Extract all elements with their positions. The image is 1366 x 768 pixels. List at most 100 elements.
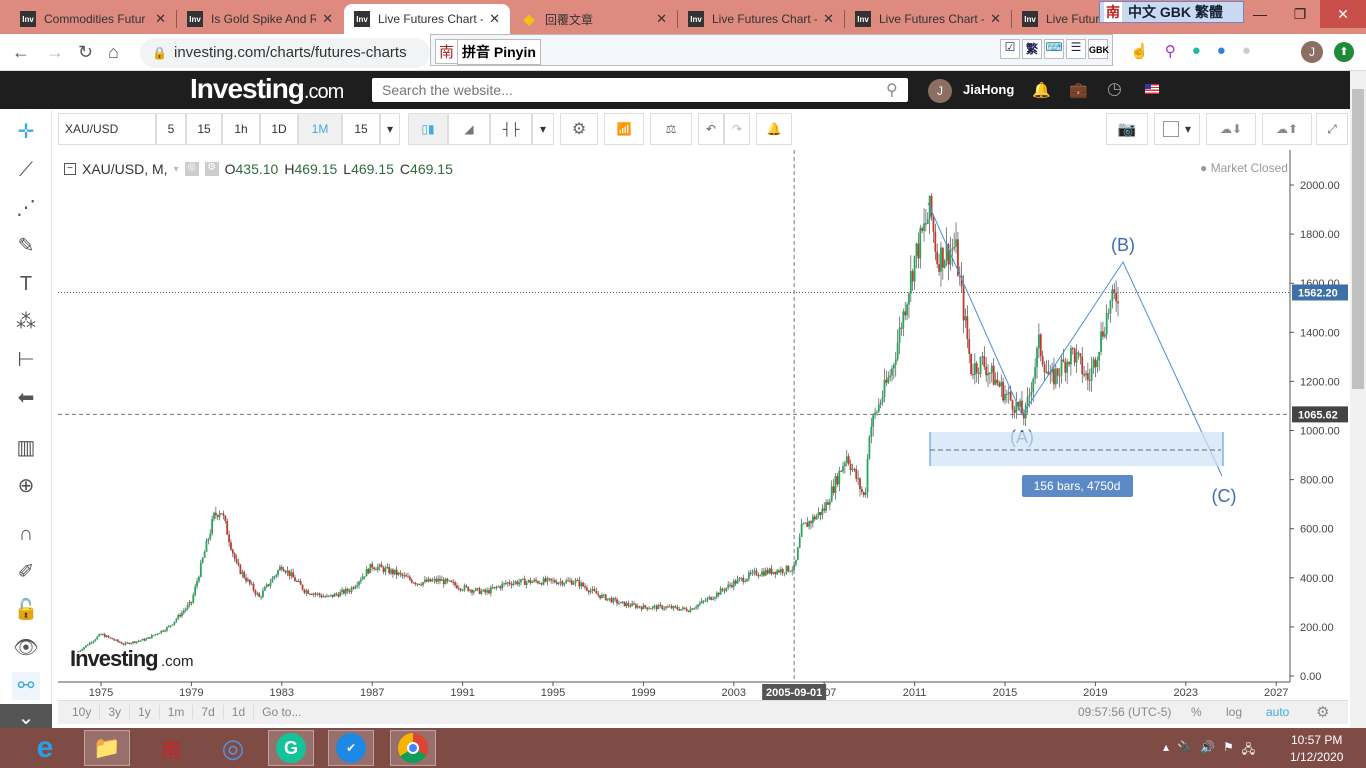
bars-icon[interactable]: ┤├ bbox=[490, 113, 532, 145]
ime-mode[interactable]: 拼音 Pinyin bbox=[457, 39, 541, 65]
browser-tab[interactable]: Inv Live Futures Chart - ✕ bbox=[344, 4, 510, 34]
brush-icon[interactable]: ✎ bbox=[12, 232, 40, 260]
series-settings-icon[interactable]: ⚙ bbox=[204, 162, 219, 176]
indicators-button-icon[interactable]: 📶 bbox=[604, 113, 644, 145]
browser-tab[interactable]: Inv Commodities Futur ✕ bbox=[10, 4, 176, 34]
bell-icon[interactable]: 🔔 bbox=[1032, 81, 1051, 99]
eye-icon[interactable]: 👁 bbox=[12, 634, 40, 662]
range-goto[interactable]: Go to... bbox=[254, 705, 309, 719]
magnet-icon[interactable]: ∩ bbox=[12, 520, 40, 548]
traditional-button[interactable]: 繁 bbox=[1022, 39, 1042, 59]
close-tab-icon[interactable]: ✕ bbox=[823, 11, 834, 27]
close-window-button[interactable]: ✕ bbox=[1320, 0, 1366, 28]
browser-tab[interactable]: Inv Live Futures Chart - ✕ bbox=[678, 4, 844, 34]
chart-type-dropdown-icon[interactable]: ▾ bbox=[532, 113, 554, 145]
collapse-legend-icon[interactable]: − bbox=[64, 163, 76, 175]
extension-touch-icon[interactable]: ☝ bbox=[1130, 42, 1149, 60]
load-cloud-icon[interactable]: ☁⬇ bbox=[1206, 113, 1256, 145]
menu-icon[interactable]: ☰ bbox=[1066, 39, 1086, 59]
range-1y[interactable]: 1y bbox=[130, 705, 160, 719]
update-icon[interactable]: ⬆ bbox=[1334, 42, 1354, 62]
visibility-icon[interactable]: ◎ bbox=[184, 162, 199, 176]
close-tab-icon[interactable]: ✕ bbox=[656, 11, 667, 27]
zoom-icon[interactable]: ⊕ bbox=[12, 472, 40, 500]
pattern-icon[interactable]: ⁂ bbox=[12, 308, 40, 336]
search-icon[interactable]: ⚲ bbox=[886, 80, 898, 100]
text-tool-icon[interactable]: T bbox=[12, 270, 40, 298]
user-avatar[interactable]: J bbox=[928, 79, 952, 103]
file-explorer-icon[interactable]: 📁 bbox=[84, 730, 130, 766]
extension-search-icon[interactable]: ⚲ bbox=[1165, 42, 1176, 60]
unlock-icon[interactable]: 🔓 bbox=[12, 596, 40, 624]
interval-15[interactable]: 15 bbox=[186, 113, 222, 145]
portfolio-icon[interactable]: 💼 bbox=[1069, 81, 1088, 99]
clock[interactable]: 10:57 PM 1/12/2020 bbox=[1290, 733, 1343, 764]
forward-icon[interactable]: → bbox=[46, 42, 64, 63]
restore-button[interactable]: ❐ bbox=[1280, 0, 1320, 28]
chrome-icon[interactable] bbox=[390, 730, 436, 766]
browser-tab[interactable]: Inv Live Futures Chart - ✕ bbox=[845, 4, 1011, 34]
interval-dropdown-icon[interactable]: ▾ bbox=[380, 113, 400, 145]
range-1d[interactable]: 1d bbox=[224, 705, 255, 719]
auto-toggle[interactable]: auto bbox=[1266, 705, 1289, 719]
ime-app-icon[interactable]: 南 bbox=[148, 730, 194, 766]
page-scrollbar[interactable] bbox=[1350, 71, 1366, 728]
url-field[interactable]: 🔒 investing.com/charts/futures-charts bbox=[140, 38, 430, 68]
undo-icon[interactable]: ↶ bbox=[698, 113, 724, 145]
interval-1d[interactable]: 1D bbox=[260, 113, 298, 145]
ie-icon[interactable]: e bbox=[22, 730, 68, 766]
compare-icon[interactable]: ⚖ bbox=[650, 113, 692, 145]
close-tab-icon[interactable]: ✕ bbox=[489, 11, 500, 27]
fullscreen-icon[interactable]: ⤢ bbox=[1316, 113, 1348, 145]
home-icon[interactable]: ⌂ bbox=[108, 42, 119, 63]
measure-icon[interactable]: ⊢ bbox=[12, 346, 40, 374]
add-alert-icon[interactable]: 🔔 bbox=[756, 113, 792, 145]
candles-icon[interactable]: ▯▮ bbox=[408, 113, 448, 145]
theme-select[interactable]: ▾ bbox=[1154, 113, 1200, 145]
site-search-input[interactable] bbox=[372, 78, 908, 102]
settings-icon[interactable]: ⚙ bbox=[560, 113, 598, 145]
range-1m[interactable]: 1m bbox=[160, 705, 194, 719]
percent-toggle[interactable]: % bbox=[1191, 705, 1202, 719]
price-chart[interactable]: 0.00 200.00 400.00 600.00 800.00 1000.00 1200.… bbox=[58, 150, 1348, 700]
redo-icon[interactable]: ↷ bbox=[724, 113, 750, 145]
investing-logo[interactable]: Investing.com bbox=[190, 73, 344, 105]
chromium-icon[interactable]: ◎ bbox=[210, 730, 256, 766]
gbk-button[interactable]: GBK bbox=[1088, 39, 1109, 59]
interval-5[interactable]: 5 bbox=[156, 113, 186, 145]
checkbox-icon[interactable]: ☑ bbox=[1000, 39, 1020, 59]
fib-tool-icon[interactable]: ⋰ bbox=[12, 194, 40, 222]
system-tray[interactable]: ▴ 🔌 🔊 ⚑ 🖧 bbox=[1163, 740, 1255, 761]
symbol-field[interactable]: XAU/USD bbox=[58, 113, 156, 145]
extension-q-icon[interactable]: ● bbox=[1217, 42, 1226, 60]
minimize-button[interactable]: — bbox=[1240, 0, 1280, 28]
close-tab-icon[interactable]: ✕ bbox=[155, 11, 166, 27]
username[interactable]: JiaHong bbox=[963, 82, 1014, 97]
browser-tab[interactable]: Inv Is Gold Spike And R ✕ bbox=[177, 4, 343, 34]
log-toggle[interactable]: log bbox=[1226, 705, 1242, 719]
link-icon[interactable]: ⚯ bbox=[12, 672, 40, 700]
app-bird-icon[interactable]: ✔ bbox=[328, 730, 374, 766]
indicators-icon[interactable]: ▥ bbox=[12, 434, 40, 462]
scale-settings-icon[interactable]: ⚙ bbox=[1316, 703, 1329, 721]
extension-grey-icon[interactable]: ● bbox=[1242, 42, 1251, 60]
arrow-left-icon[interactable]: ⬅ bbox=[12, 384, 40, 412]
interval-1m[interactable]: 1M bbox=[298, 113, 342, 145]
grammarly-icon[interactable]: ● bbox=[1192, 42, 1201, 60]
range-3y[interactable]: 3y bbox=[100, 705, 131, 719]
us-flag-icon[interactable] bbox=[1145, 84, 1159, 94]
profile-avatar[interactable]: J bbox=[1301, 41, 1323, 63]
close-tab-icon[interactable]: ✕ bbox=[322, 11, 333, 27]
clock-icon[interactable]: ◷ bbox=[1107, 79, 1122, 99]
trend-line-icon[interactable]: ⟋ bbox=[12, 156, 40, 184]
close-tab-icon[interactable]: ✕ bbox=[990, 11, 1001, 27]
range-7d[interactable]: 7d bbox=[193, 705, 224, 719]
camera-icon[interactable]: 📷 bbox=[1106, 113, 1148, 145]
reload-icon[interactable]: ↻ bbox=[78, 42, 93, 63]
range-10y[interactable]: 10y bbox=[64, 705, 101, 719]
area-chart-icon[interactable]: ◢ bbox=[448, 113, 490, 145]
grammarly-app-icon[interactable]: G bbox=[268, 730, 314, 766]
crosshair-icon[interactable]: ✛ bbox=[12, 118, 40, 146]
save-cloud-icon[interactable]: ☁⬆ bbox=[1262, 113, 1312, 145]
lock-drawing-icon[interactable]: ✐ bbox=[12, 558, 40, 586]
